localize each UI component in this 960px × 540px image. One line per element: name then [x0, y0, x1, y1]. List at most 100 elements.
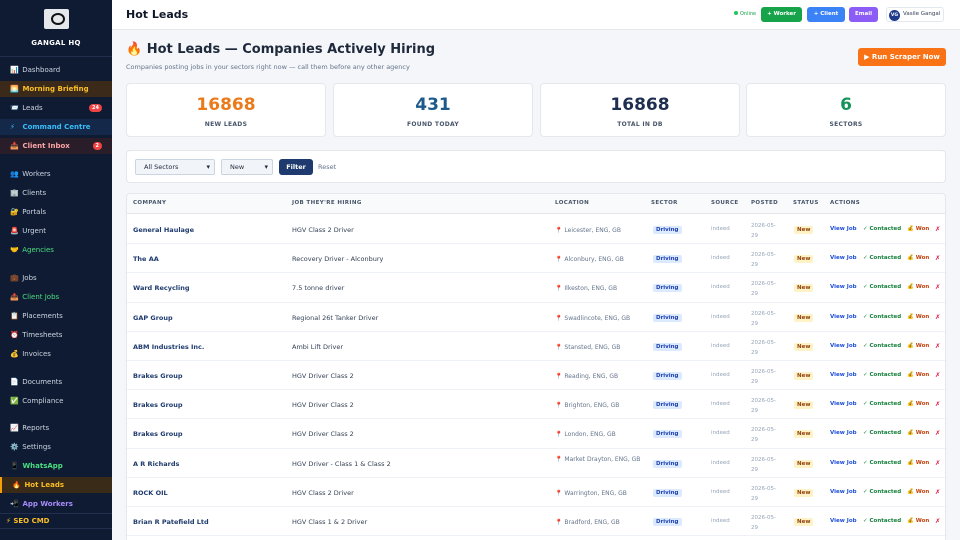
status-select[interactable]: New: [221, 159, 273, 175]
seo-cmd-link[interactable]: ⚡ SEO CMD: [0, 513, 112, 529]
sector-select[interactable]: All Sectors: [135, 159, 215, 175]
won-button[interactable]: 💰 Won: [907, 284, 929, 290]
dismiss-icon[interactable]: ✗: [935, 488, 940, 496]
contacted-button[interactable]: ✓ Contacted: [863, 284, 901, 290]
view-job-link[interactable]: View Job: [830, 372, 857, 378]
contacted-button[interactable]: ✓ Contacted: [863, 401, 901, 407]
view-job-link[interactable]: View Job: [830, 314, 857, 320]
won-button[interactable]: 💰 Won: [907, 226, 929, 232]
add-client-button[interactable]: + Client: [807, 7, 845, 22]
company-name[interactable]: General Haulage: [133, 226, 194, 234]
sector-badge: Driving: [653, 488, 682, 497]
company-name[interactable]: Ward Recycling: [133, 284, 190, 292]
sidebar-item-client-jobs[interactable]: 📤 Client Jobs: [0, 289, 112, 305]
dismiss-icon[interactable]: ✗: [935, 400, 940, 408]
won-button[interactable]: 💰 Won: [907, 489, 929, 495]
dismiss-icon[interactable]: ✗: [935, 225, 940, 233]
view-job-link[interactable]: View Job: [830, 284, 857, 290]
sidebar-item-dashboard[interactable]: 📊 Dashboard: [0, 62, 112, 78]
company-name[interactable]: Brian R Patefield Ltd: [133, 518, 209, 526]
job-title: HGV Class 2 Driver: [292, 488, 354, 497]
won-button[interactable]: 💰 Won: [907, 518, 929, 524]
sidebar-item-morning-briefing[interactable]: 🌅 Morning Briefing: [0, 81, 112, 97]
sidebar-item-settings[interactable]: ⚙️ Settings: [0, 439, 112, 455]
company-name[interactable]: GAP Group: [133, 314, 173, 322]
won-button[interactable]: 💰 Won: [907, 430, 929, 436]
contacted-button[interactable]: ✓ Contacted: [863, 255, 901, 261]
view-job-link[interactable]: View Job: [830, 226, 857, 232]
sidebar-item-whatsapp[interactable]: 📱 WhatsApp: [0, 458, 112, 474]
dismiss-icon[interactable]: ✗: [935, 342, 940, 350]
filter-button[interactable]: Filter: [279, 159, 313, 175]
contacted-button[interactable]: ✓ Contacted: [863, 430, 901, 436]
sidebar-item-urgent[interactable]: 🚨 Urgent: [0, 223, 112, 239]
sidebar-item-reports[interactable]: 📈 Reports: [0, 420, 112, 436]
sidebar-item-compliance[interactable]: ✅ Compliance: [0, 393, 112, 409]
sidebar-item-app-workers[interactable]: 📲 App Workers: [0, 496, 112, 512]
company-name[interactable]: Brakes Group: [133, 401, 183, 409]
sidebar-item-command-centre[interactable]: ⚡ Command Centre: [0, 119, 112, 135]
column-header: SECTOR: [651, 200, 678, 206]
sidebar-item-placements[interactable]: 📋 Placements: [0, 308, 112, 324]
view-job-link[interactable]: View Job: [830, 518, 857, 524]
location-text: Stansted, ENG, GB: [564, 343, 621, 351]
won-button[interactable]: 💰 Won: [907, 343, 929, 349]
won-button[interactable]: 💰 Won: [907, 401, 929, 407]
sidebar-item-timesheets[interactable]: ⏰ Timesheets: [0, 327, 112, 343]
dismiss-icon[interactable]: ✗: [935, 254, 940, 262]
stat-card-found-today: 431 FOUND TODAY: [333, 83, 533, 137]
won-button[interactable]: 💰 Won: [907, 460, 929, 466]
contacted-button[interactable]: ✓ Contacted: [863, 460, 901, 466]
view-job-link[interactable]: View Job: [830, 401, 857, 407]
view-job-link[interactable]: View Job: [830, 489, 857, 495]
contacted-button[interactable]: ✓ Contacted: [863, 518, 901, 524]
stat-label: SECTORS: [829, 121, 863, 128]
sidebar-item-client-inbox[interactable]: 📥 Client Inbox 2: [0, 138, 112, 154]
reset-link[interactable]: Reset: [318, 163, 336, 171]
sidebar-item-label: Jobs: [22, 274, 37, 282]
dismiss-icon[interactable]: ✗: [935, 429, 940, 437]
sidebar-item-documents[interactable]: 📄 Documents: [0, 374, 112, 390]
sidebar-item-portals[interactable]: 🔐 Portals: [0, 204, 112, 220]
sidebar-item-invoices[interactable]: 💰 Invoices: [0, 346, 112, 362]
dismiss-icon[interactable]: ✗: [935, 371, 940, 379]
contacted-button[interactable]: ✓ Contacted: [863, 226, 901, 232]
company-name[interactable]: The AA: [133, 255, 159, 263]
sidebar-item-clients[interactable]: 🏢 Clients: [0, 185, 112, 201]
sidebar-item-hot-leads[interactable]: 🔥 Hot Leads: [0, 477, 112, 493]
won-button[interactable]: 💰 Won: [907, 314, 929, 320]
user-menu[interactable]: VG Vasile Gangal: [886, 7, 944, 22]
won-button[interactable]: 💰 Won: [907, 255, 929, 261]
posted-date: 2026-05-29: [751, 456, 776, 473]
view-job-link[interactable]: View Job: [830, 460, 857, 466]
contacted-button[interactable]: ✓ Contacted: [863, 372, 901, 378]
view-job-link[interactable]: View Job: [830, 255, 857, 261]
won-button[interactable]: 💰 Won: [907, 372, 929, 378]
dismiss-icon[interactable]: ✗: [935, 283, 940, 291]
sidebar-item-jobs[interactable]: 💼 Jobs: [0, 270, 112, 286]
contacted-button[interactable]: ✓ Contacted: [863, 314, 901, 320]
sidebar-item-agencies[interactable]: 🤝 Agencies: [0, 242, 112, 258]
dismiss-icon[interactable]: ✗: [935, 459, 940, 467]
sidebar-item-workers[interactable]: 👥 Workers: [0, 166, 112, 182]
chart-icon: 📊: [10, 66, 19, 74]
company-name[interactable]: Brakes Group: [133, 430, 183, 438]
dismiss-icon[interactable]: ✗: [935, 517, 940, 525]
sidebar-item-label: Settings: [22, 443, 51, 451]
add-worker-button[interactable]: + Worker: [761, 7, 802, 22]
view-job-link[interactable]: View Job: [830, 430, 857, 436]
dismiss-icon[interactable]: ✗: [935, 313, 940, 321]
view-job-link[interactable]: View Job: [830, 343, 857, 349]
email-button[interactable]: Email: [849, 7, 878, 22]
run-scraper-button[interactable]: ▶ Run Scraper Now: [858, 48, 946, 66]
company-name[interactable]: A R Richards: [133, 460, 179, 468]
contacted-button[interactable]: ✓ Contacted: [863, 343, 901, 349]
company-name[interactable]: ROCK OIL: [133, 489, 168, 497]
lock-icon: 🔐: [10, 208, 19, 216]
company-name[interactable]: Brakes Group: [133, 372, 183, 380]
job-title: HGV Class 2 Driver: [292, 226, 354, 234]
company-name[interactable]: ABM Industries Inc.: [133, 343, 204, 351]
job-title: Ambi Lift Driver: [292, 342, 343, 351]
contacted-button[interactable]: ✓ Contacted: [863, 489, 901, 495]
sidebar-item-leads[interactable]: 📨 Leads 24: [0, 100, 112, 116]
